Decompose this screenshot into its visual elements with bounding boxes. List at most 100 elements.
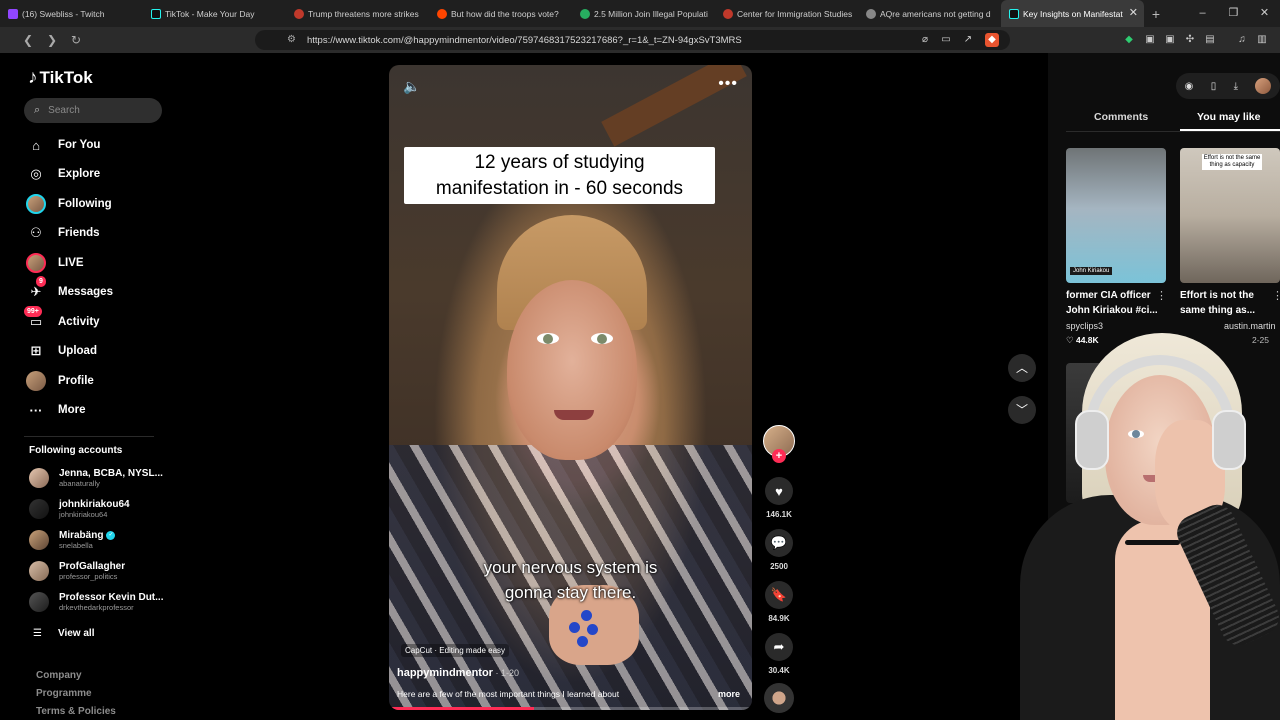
headphone-earcup xyxy=(1075,410,1109,470)
nav-live[interactable]: LIVE xyxy=(26,253,84,273)
new-tab-button[interactable]: + xyxy=(1144,6,1168,22)
minimize-button[interactable]: – xyxy=(1187,0,1218,27)
live-icon xyxy=(26,253,46,273)
device-icon[interactable]: ▯ xyxy=(1211,81,1217,92)
close-tab-icon[interactable]: ✕ xyxy=(1129,6,1138,19)
reload-button[interactable]: ↻ xyxy=(66,33,86,47)
share-count: 30.4K xyxy=(768,666,790,675)
nav-upload[interactable]: ⊞ Upload xyxy=(26,341,97,361)
nav-explore[interactable]: ◎ Explore xyxy=(26,164,100,184)
thumbnail-label: John Kiriakou xyxy=(1070,267,1113,275)
following-account-item[interactable]: Professor Kevin Dut... drkevthedarkprofes… xyxy=(29,592,163,612)
top-action-icons: ◉ ▯ ⤓ xyxy=(1176,73,1280,99)
window-controls: – ❐ ✕ xyxy=(1187,0,1280,27)
nav-messages[interactable]: ✈ 9 Messages xyxy=(26,276,113,302)
comment-button[interactable]: 💬 xyxy=(765,529,793,557)
nav-activity[interactable]: ▭ 99+ Activity xyxy=(24,306,100,332)
video-progress-fill xyxy=(389,707,535,710)
recommended-video-thumbnail[interactable]: John Kiriakou xyxy=(1066,148,1166,283)
extension-icon[interactable]: ▣ xyxy=(1163,33,1177,47)
following-account-item[interactable]: Jenna, BCBA, NYSL... abanaturally xyxy=(29,468,163,488)
footer-link-terms[interactable]: Terms & Policies xyxy=(36,706,116,717)
save-button[interactable]: 🔖 xyxy=(765,581,793,609)
view-all-link[interactable]: ☰ View all xyxy=(33,628,94,639)
brave-shield-icon[interactable]: ◆ xyxy=(985,33,999,47)
browser-tab[interactable]: (16) Swebliss - Twitch xyxy=(0,0,143,27)
tab-title: 2.5 Million Join Illegal Populati xyxy=(594,8,708,19)
browser-tab[interactable]: But how did the troops vote? xyxy=(429,0,572,27)
divider xyxy=(24,436,154,437)
extension-icon[interactable]: ▣ xyxy=(1143,33,1157,47)
kebab-menu-icon[interactable]: ⋮ xyxy=(1156,289,1167,302)
music-disc-icon[interactable] xyxy=(764,683,794,713)
bookmark-icon: 🔖 xyxy=(770,587,788,602)
nav-more[interactable]: ··· More xyxy=(26,400,86,420)
recommended-video-title[interactable]: Effort is not the same thing as... xyxy=(1180,288,1276,318)
panel-icon[interactable]: ▥ xyxy=(1255,33,1269,47)
nav-following[interactable]: Following xyxy=(26,194,112,214)
forward-button[interactable]: ❯ xyxy=(42,33,62,47)
more-button[interactable]: more xyxy=(718,689,740,699)
tab-you-may-like[interactable]: You may like xyxy=(1197,111,1260,123)
tiktok-sidebar: ♪ TikTok ⌕ Search ⌂ For You ◎ Explore Follow… xyxy=(0,53,180,720)
webcam-subject-choker xyxy=(1125,540,1180,545)
following-account-item[interactable]: johnkiriakou64 johnkiriakou64 xyxy=(29,499,130,519)
compass-icon[interactable]: ◉ xyxy=(1185,81,1194,92)
friends-icon: ⚇ xyxy=(30,225,42,240)
browser-tab[interactable]: AQre americans not getting d xyxy=(858,0,1001,27)
nav-for-you[interactable]: ⌂ For You xyxy=(26,135,100,155)
tiktok-favicon-icon xyxy=(1009,9,1019,19)
footer-link-programme[interactable]: Programme xyxy=(36,688,92,699)
url-field[interactable]: ⚙ https://www.tiktok.com/@happymindmento… xyxy=(255,30,1010,50)
extension-icon[interactable]: ◆ xyxy=(1122,33,1136,47)
follow-plus-icon[interactable]: + xyxy=(772,449,786,463)
video-caption: your nervous system is gonna stay there. xyxy=(483,558,658,602)
video-author[interactable]: happymindmentor · 1-20 xyxy=(397,667,519,679)
download-icon[interactable]: ⤓ xyxy=(1234,81,1238,92)
nav-profile[interactable]: Profile xyxy=(26,371,94,391)
cast-icon[interactable]: ▭ xyxy=(939,33,953,47)
more-icon: ··· xyxy=(29,402,43,418)
video-progress-bar[interactable] xyxy=(389,707,752,710)
video-subject-eye xyxy=(591,333,613,344)
tab-title: Trump threatens more strikes xyxy=(308,8,419,19)
footer-link-company[interactable]: Company xyxy=(36,670,82,681)
browser-tab-active[interactable]: Key Insights on Manifestat ✕ xyxy=(1001,0,1144,27)
music-icon[interactable]: ♫ xyxy=(1235,33,1249,47)
site-info-icon[interactable]: ⚙ xyxy=(287,34,296,45)
browser-tab[interactable]: Center for Immigration Studies xyxy=(715,0,858,27)
search-input[interactable]: ⌕ Search xyxy=(24,98,162,123)
sidebar-icon[interactable]: ▤ xyxy=(1203,33,1217,47)
puzzle-icon[interactable]: ✣ xyxy=(1183,33,1197,47)
following-account-item[interactable]: Mirabäng ✓ snelabella xyxy=(29,530,116,550)
avatar xyxy=(29,530,49,550)
avatar xyxy=(29,592,49,612)
capcut-tag[interactable]: CapCut · Editing made easy xyxy=(401,644,510,657)
user-avatar[interactable] xyxy=(1255,78,1272,94)
close-window-button[interactable]: ✕ xyxy=(1249,0,1280,27)
maximize-button[interactable]: ❐ xyxy=(1218,0,1249,27)
avatar-icon xyxy=(26,194,46,214)
upload-icon: ⊞ xyxy=(30,343,42,358)
tiktok-logo[interactable]: ♪ TikTok xyxy=(28,67,93,89)
like-button[interactable]: ♥ xyxy=(765,477,793,505)
share-icon[interactable]: ↗ xyxy=(961,33,975,47)
nav-friends[interactable]: ⚇ Friends xyxy=(26,223,99,243)
browser-tab[interactable]: 2.5 Million Join Illegal Populati xyxy=(572,0,715,27)
list-icon: ☰ xyxy=(33,628,42,639)
recommended-video-thumbnail[interactable]: Effort is not the same thing as capacity xyxy=(1180,148,1280,283)
video-player[interactable]: 🔈 ••• 12 years of studying manifestation… xyxy=(389,65,752,710)
following-account-item[interactable]: ProfGallagher professor_politics xyxy=(29,561,125,581)
recommended-video-title[interactable]: former CIA officer John Kiriakou #ci... xyxy=(1066,288,1162,318)
browser-tab[interactable]: Trump threatens more strikes xyxy=(286,0,429,27)
kebab-menu-icon[interactable]: ⋮ xyxy=(1272,289,1280,302)
browser-tab[interactable]: TikTok - Make Your Day xyxy=(143,0,286,27)
camera-off-icon[interactable]: ⌀ xyxy=(918,33,932,47)
more-options-icon[interactable]: ••• xyxy=(718,75,738,93)
volume-icon[interactable]: 🔈 xyxy=(403,78,420,95)
share-button[interactable]: ➦ xyxy=(765,633,793,661)
home-icon: ⌂ xyxy=(32,137,40,153)
video-subject-mouth xyxy=(554,410,594,420)
tab-comments[interactable]: Comments xyxy=(1094,111,1148,123)
back-button[interactable]: ❮ xyxy=(18,33,38,47)
